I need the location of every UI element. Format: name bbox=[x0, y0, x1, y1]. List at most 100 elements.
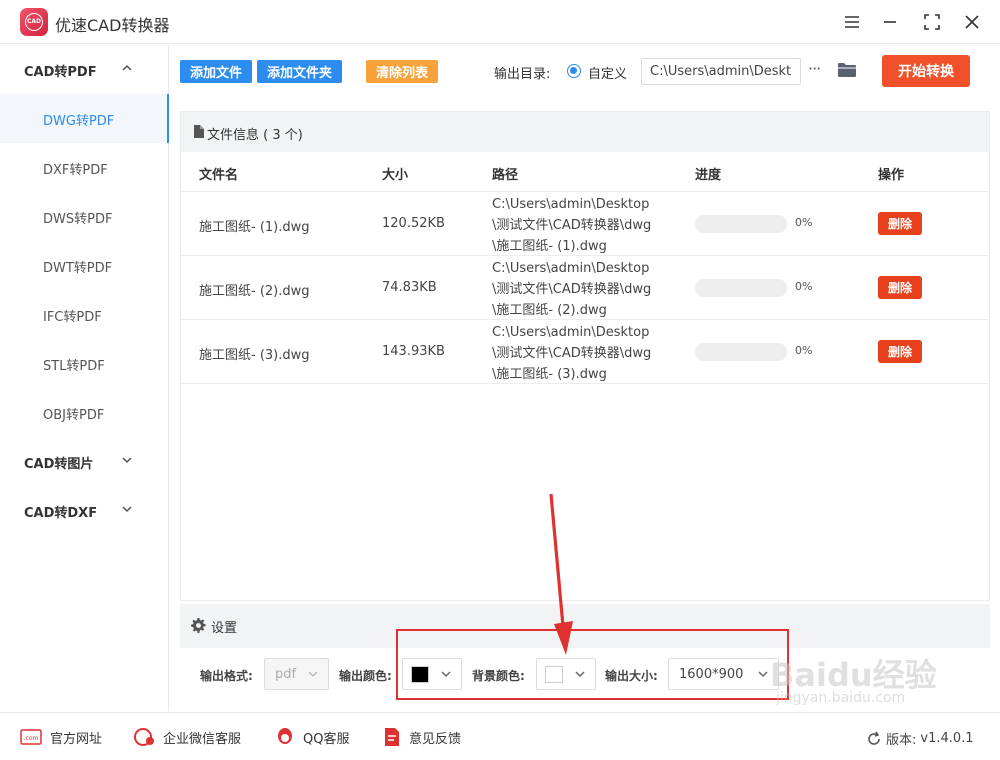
file-path-line: \施工图纸- (1).dwg bbox=[492, 239, 607, 254]
wechat-service-label: 企业微信客服 bbox=[163, 731, 242, 747]
delete-button[interactable]: 删除 bbox=[878, 340, 922, 363]
file-path-line: C:\Users\admin\Desktop bbox=[492, 261, 650, 276]
file-path: C:\Users\admin\Desktop \测试文件\CAD转换器\dwg … bbox=[492, 258, 682, 321]
custom-radio[interactable] bbox=[567, 64, 581, 78]
start-convert-button[interactable]: 开始转换 bbox=[882, 55, 970, 87]
output-format-select: pdf bbox=[264, 658, 329, 690]
version-label: 版本: bbox=[886, 733, 917, 748]
delete-button[interactable]: 删除 bbox=[878, 276, 922, 299]
add-file-button[interactable]: 添加文件 bbox=[180, 60, 252, 83]
file-path: C:\Users\admin\Desktop \测试文件\CAD转换器\dwg … bbox=[492, 322, 682, 385]
progress-bar bbox=[695, 343, 787, 361]
output-format-label: 输出格式: bbox=[200, 669, 253, 683]
maximize-icon[interactable] bbox=[920, 10, 944, 34]
svg-text:.com: .com bbox=[24, 735, 39, 742]
column-header-path: 路径 bbox=[492, 168, 519, 183]
file-path-line: \施工图纸- (2).dwg bbox=[492, 303, 607, 318]
add-folder-button[interactable]: 添加文件夹 bbox=[257, 60, 342, 83]
sidebar-item-label: OBJ转PDF bbox=[43, 408, 105, 423]
sidebar-group-cad-to-pdf[interactable]: CAD转PDF bbox=[0, 45, 169, 94]
menu-icon[interactable] bbox=[840, 10, 864, 34]
sidebar-group-label: CAD转PDF bbox=[24, 65, 97, 80]
file-path-line: \施工图纸- (3).dwg bbox=[492, 367, 607, 382]
sidebar-group-label: CAD转图片 bbox=[24, 457, 94, 472]
chevron-down-icon bbox=[122, 506, 132, 513]
progress-bar bbox=[695, 215, 787, 233]
gear-icon bbox=[191, 618, 206, 633]
sidebar-item-label: DWS转PDF bbox=[43, 212, 113, 227]
document-icon bbox=[194, 125, 204, 138]
more-options-button[interactable]: ··· bbox=[808, 59, 821, 78]
progress-bar bbox=[695, 279, 787, 297]
official-website-label: 官方网址 bbox=[50, 731, 103, 747]
refresh-icon[interactable] bbox=[866, 731, 882, 747]
sidebar-item-label: STL转PDF bbox=[43, 359, 105, 374]
column-header-name: 文件名 bbox=[199, 168, 239, 183]
version-info: 版本: v1.4.0.1 bbox=[866, 729, 974, 748]
progress-text: 0% bbox=[795, 280, 813, 293]
minimize-icon[interactable] bbox=[878, 10, 902, 34]
output-format-value: pdf bbox=[275, 667, 297, 682]
sidebar-item-label: IFC转PDF bbox=[43, 310, 102, 325]
app-logo: CAD bbox=[20, 8, 48, 36]
footer: .com 官方网址 企业微信客服 QQ客服 意见反馈 版本: v1.4.0.1 bbox=[0, 712, 1000, 760]
file-info-header: 文件信息 ( 3 个) bbox=[181, 112, 989, 152]
folder-icon[interactable] bbox=[837, 61, 857, 78]
sidebar-item-dwt-to-pdf[interactable]: DWT转PDF bbox=[0, 241, 169, 290]
baidu-watermark-url: jingyan.baidu.com bbox=[776, 690, 906, 706]
file-name: 施工图纸- (3).dwg bbox=[199, 348, 310, 363]
sidebar-item-label: DWT转PDF bbox=[43, 261, 113, 276]
qq-service-link[interactable]: QQ客服 bbox=[275, 727, 349, 747]
file-info-panel: 文件信息 ( 3 个) 文件名 大小 路径 进度 操作 施工图纸- (1).dw… bbox=[180, 111, 990, 601]
app-title: 优速CAD转换器 bbox=[55, 16, 170, 35]
file-size: 120.52KB bbox=[382, 216, 445, 231]
feedback-icon bbox=[385, 728, 399, 746]
file-info-title: 文件信息 ( 3 个) bbox=[207, 128, 303, 143]
file-name: 施工图纸- (1).dwg bbox=[199, 220, 310, 235]
file-path-line: \测试文件\CAD转换器\dwg bbox=[492, 346, 652, 361]
logo-text: CAD bbox=[25, 13, 43, 31]
version-value: v1.4.0.1 bbox=[920, 731, 974, 746]
close-icon[interactable] bbox=[960, 10, 984, 34]
sidebar-group-label: CAD转DXF bbox=[24, 506, 98, 521]
sidebar-item-obj-to-pdf[interactable]: OBJ转PDF bbox=[0, 388, 169, 437]
column-header-action: 操作 bbox=[878, 168, 905, 183]
title-bar: CAD 优速CAD转换器 bbox=[0, 0, 1000, 44]
sidebar-item-ifc-to-pdf[interactable]: IFC转PDF bbox=[0, 290, 169, 339]
sidebar-item-label: DXF转PDF bbox=[43, 163, 108, 178]
toolbar: 添加文件 添加文件夹 清除列表 输出目录: 自定义 ··· 开始转换 bbox=[170, 45, 1000, 100]
file-path-line: C:\Users\admin\Desktop bbox=[492, 325, 650, 340]
chevron-down-icon bbox=[122, 457, 132, 464]
column-header-size: 大小 bbox=[382, 168, 409, 183]
sidebar-item-stl-to-pdf[interactable]: STL转PDF bbox=[0, 339, 169, 388]
sidebar-group-cad-to-dxf[interactable]: CAD转DXF bbox=[0, 486, 169, 535]
wechat-service-link[interactable]: 企业微信客服 bbox=[133, 727, 241, 747]
sidebar-item-dwg-to-pdf[interactable]: DWG转PDF bbox=[0, 94, 169, 143]
file-path-line: \测试文件\CAD转换器\dwg bbox=[492, 218, 652, 233]
wechat-icon bbox=[134, 728, 154, 746]
output-dir-label: 输出目录: bbox=[494, 67, 551, 82]
official-website-link[interactable]: .com 官方网址 bbox=[20, 727, 102, 747]
feedback-link[interactable]: 意见反馈 bbox=[383, 727, 461, 747]
custom-radio-label[interactable]: 自定义 bbox=[588, 63, 627, 82]
sidebar-item-dws-to-pdf[interactable]: DWS转PDF bbox=[0, 192, 169, 241]
file-path-line: \测试文件\CAD转换器\dwg bbox=[492, 282, 652, 297]
file-path-line: C:\Users\admin\Desktop bbox=[492, 197, 650, 212]
sidebar-group-cad-to-image[interactable]: CAD转图片 bbox=[0, 437, 169, 486]
file-size: 143.93KB bbox=[382, 344, 445, 359]
table-row: 施工图纸- (2).dwg 74.83KB C:\Users\admin\Des… bbox=[181, 256, 989, 320]
delete-button[interactable]: 删除 bbox=[878, 212, 922, 235]
file-size: 74.83KB bbox=[382, 280, 437, 295]
column-header-progress: 进度 bbox=[695, 168, 722, 183]
sidebar-item-dxf-to-pdf[interactable]: DXF转PDF bbox=[0, 143, 169, 192]
progress-text: 0% bbox=[795, 344, 813, 357]
output-path-input[interactable] bbox=[641, 58, 801, 85]
table-row: 施工图纸- (3).dwg 143.93KB C:\Users\admin\De… bbox=[181, 320, 989, 384]
clear-list-button[interactable]: 清除列表 bbox=[366, 60, 438, 83]
chevron-up-icon bbox=[122, 64, 132, 71]
qq-service-label: QQ客服 bbox=[303, 731, 350, 747]
annotation-highlight-box bbox=[396, 629, 789, 700]
table-header: 文件名 大小 路径 进度 操作 bbox=[181, 152, 989, 192]
chevron-down-icon bbox=[308, 671, 318, 678]
settings-title: 设置 bbox=[211, 621, 238, 636]
